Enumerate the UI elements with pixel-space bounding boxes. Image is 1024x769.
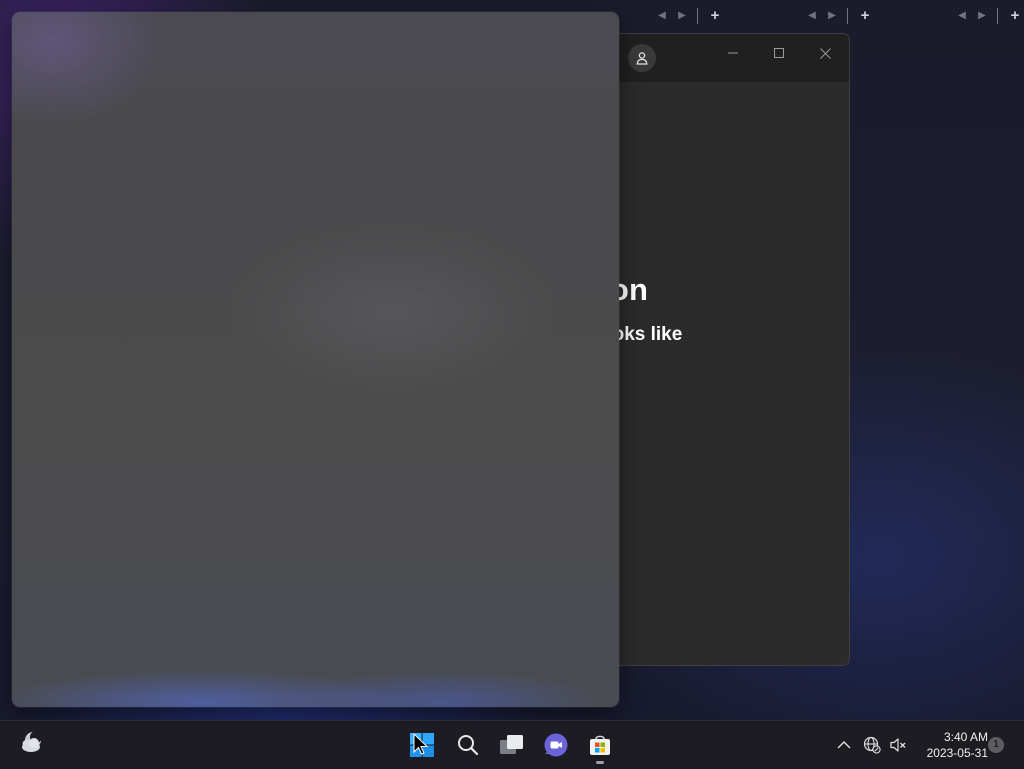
scroll-left-icon[interactable]: ◀	[955, 8, 969, 24]
microsoft-store-icon	[590, 735, 610, 755]
clock-time: 3:40 AM	[943, 730, 988, 744]
maximize-icon	[774, 48, 784, 58]
globe-network-icon	[863, 736, 881, 754]
window-title-bar[interactable]	[601, 34, 849, 82]
network-button[interactable]	[860, 733, 884, 757]
task-view-button[interactable]	[494, 727, 530, 763]
new-tab-icon[interactable]: +	[1008, 8, 1022, 24]
tab-controls-1: ◀ ▶ +	[655, 6, 722, 26]
weather-widget[interactable]	[18, 729, 46, 757]
search-button[interactable]	[450, 727, 486, 763]
microsoft-store-button[interactable]	[582, 727, 618, 763]
new-tab-icon[interactable]: +	[708, 8, 722, 24]
teams-chat-icon	[544, 733, 568, 757]
divider	[997, 8, 998, 24]
scroll-right-icon[interactable]: ▶	[825, 8, 839, 24]
account-button[interactable]	[628, 44, 656, 72]
close-icon	[819, 47, 831, 59]
chevron-up-icon	[837, 741, 851, 749]
start-button[interactable]	[404, 727, 440, 763]
divider	[697, 8, 698, 24]
person-icon	[636, 52, 648, 65]
cloud-moon-icon	[22, 731, 42, 752]
app-window: ion ooks like	[600, 33, 850, 666]
new-tab-icon[interactable]: +	[858, 8, 872, 24]
top-tabbar-strip: ◀ ▶ + ◀ ▶ + ◀ ▶ +	[575, 0, 1024, 32]
tab-controls-3: ◀ ▶ +	[955, 6, 1022, 26]
scroll-left-icon[interactable]: ◀	[805, 8, 819, 24]
chat-button[interactable]	[538, 727, 574, 763]
volume-button[interactable]	[886, 733, 910, 757]
close-button[interactable]	[805, 38, 845, 68]
minimize-button[interactable]	[713, 38, 753, 68]
tab-controls-2: ◀ ▶ +	[805, 6, 872, 26]
scroll-right-icon[interactable]: ▶	[975, 8, 989, 24]
system-clock[interactable]: 3:40 AM 2023-05-31	[912, 729, 988, 761]
scroll-left-icon[interactable]: ◀	[655, 8, 669, 24]
store-active-indicator	[596, 761, 604, 764]
maximize-button[interactable]	[759, 38, 799, 68]
search-icon	[458, 735, 479, 756]
minimize-icon	[728, 52, 738, 54]
taskbar: 3:40 AM 2023-05-31 1	[0, 720, 1024, 769]
divider	[847, 8, 848, 24]
notification-badge[interactable]: 1	[988, 737, 1004, 753]
clock-date: 2023-05-31	[926, 746, 988, 760]
task-view-icon	[500, 735, 523, 754]
windows-logo-icon	[410, 732, 434, 757]
volume-muted-icon	[890, 738, 906, 752]
scroll-right-icon[interactable]: ▶	[675, 8, 689, 24]
tray-overflow-button[interactable]	[832, 733, 856, 757]
frosted-overlay-pane[interactable]	[12, 12, 619, 707]
